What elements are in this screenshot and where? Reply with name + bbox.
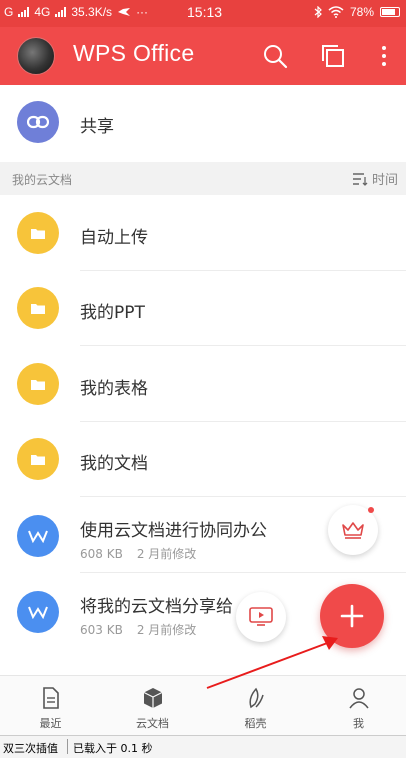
item-title-head: 将我的云文档分享给 — [80, 597, 233, 617]
divider — [80, 345, 406, 346]
list-item[interactable]: 自动上传 — [0, 196, 406, 271]
overlay-status: 已载入于 0.1 秒 — [73, 742, 153, 755]
bottom-nav: 最近 云文档 稻壳 我 — [0, 675, 406, 736]
share-row[interactable]: 共享 — [0, 85, 406, 162]
folder-icon — [17, 287, 59, 329]
carrier-2: 4G — [34, 5, 51, 19]
tab-recent[interactable]: 最近 — [0, 676, 101, 736]
folder-icon — [17, 212, 59, 254]
tab-me[interactable]: 我 — [308, 676, 406, 736]
tab-docer[interactable]: 稻壳 — [205, 676, 306, 736]
app-title: WPS Office — [73, 40, 195, 66]
tab-label: 稻壳 — [244, 717, 267, 730]
item-meta: 603 KB 2 月前修改 — [80, 621, 196, 638]
video-play-icon — [249, 607, 273, 626]
member-crown-button[interactable] — [328, 505, 378, 555]
wps-doc-icon — [17, 515, 59, 557]
tab-label: 我 — [353, 717, 364, 730]
share-label: 共享 — [80, 117, 114, 137]
list-item[interactable]: 我的PPT — [0, 271, 406, 346]
notification-dot — [368, 507, 374, 513]
more-vert-icon[interactable] — [369, 41, 399, 71]
person-icon — [348, 688, 369, 709]
divider — [67, 739, 68, 754]
signal-icon-2 — [55, 7, 67, 17]
item-title: 我的PPT — [80, 303, 145, 323]
bluetooth-icon — [314, 6, 322, 18]
folder-icon — [17, 363, 59, 405]
recent-doc-icon — [42, 687, 59, 709]
wps-doc-icon — [17, 591, 59, 633]
signal-icon — [18, 7, 30, 17]
overlay-status-bar: 双三次插值 已载入于 0.1 秒 — [0, 735, 406, 758]
add-fab-button[interactable] — [320, 584, 384, 648]
folder-icon — [17, 438, 59, 480]
window-icon[interactable] — [319, 41, 349, 71]
crown-icon — [342, 522, 364, 539]
plus-icon — [340, 604, 364, 628]
status-left: G 4G 35.3K/s ··· — [4, 5, 148, 19]
item-time: 2 月前修改 — [136, 623, 197, 637]
tab-cloud-docs[interactable]: 云文档 — [102, 676, 203, 736]
carrier-1: G — [4, 5, 14, 19]
leaf-icon — [248, 687, 264, 709]
search-icon[interactable] — [260, 41, 290, 71]
wechat-notify-icon — [118, 8, 131, 16]
section-title: 我的云文档 — [12, 173, 73, 187]
status-time: 15:13 — [187, 4, 223, 20]
battery-percent: 78% — [349, 5, 374, 19]
item-title: 我的文档 — [80, 454, 148, 474]
sort-icon — [352, 172, 368, 186]
video-play-button[interactable] — [236, 592, 286, 642]
cloud-box-icon — [143, 688, 162, 708]
app-bar: WPS Office — [0, 27, 406, 85]
item-title: 使用云文档进行协同办公 — [80, 521, 267, 541]
overlay-mode: 双三次插值 — [3, 742, 58, 755]
item-title: 自动上传 — [80, 228, 148, 248]
battery-icon — [380, 7, 400, 17]
avatar[interactable] — [17, 37, 55, 75]
wifi-icon — [328, 6, 344, 18]
item-time: 2 月前修改 — [136, 547, 197, 561]
tab-label: 云文档 — [136, 717, 169, 730]
list-item[interactable]: 我的表格 — [0, 347, 406, 422]
item-size: 608 KB — [80, 547, 123, 561]
item-size: 603 KB — [80, 623, 123, 637]
tab-label: 最近 — [39, 717, 62, 730]
status-dots: ··· — [136, 5, 149, 19]
section-header: 我的云文档 时间 — [0, 162, 406, 195]
net-speed: 35.3K/s — [71, 5, 113, 19]
sort-label: 时间 — [371, 173, 398, 188]
status-bar: G 4G 35.3K/s ··· 15:13 78% — [0, 0, 406, 27]
status-right: 78% — [314, 5, 400, 19]
sort-button[interactable]: 时间 — [352, 169, 398, 188]
item-title: 我的表格 — [80, 379, 148, 399]
list-item[interactable]: 我的文档 — [0, 422, 406, 497]
item-meta: 608 KB 2 月前修改 — [80, 545, 196, 562]
link-icon — [17, 101, 59, 143]
